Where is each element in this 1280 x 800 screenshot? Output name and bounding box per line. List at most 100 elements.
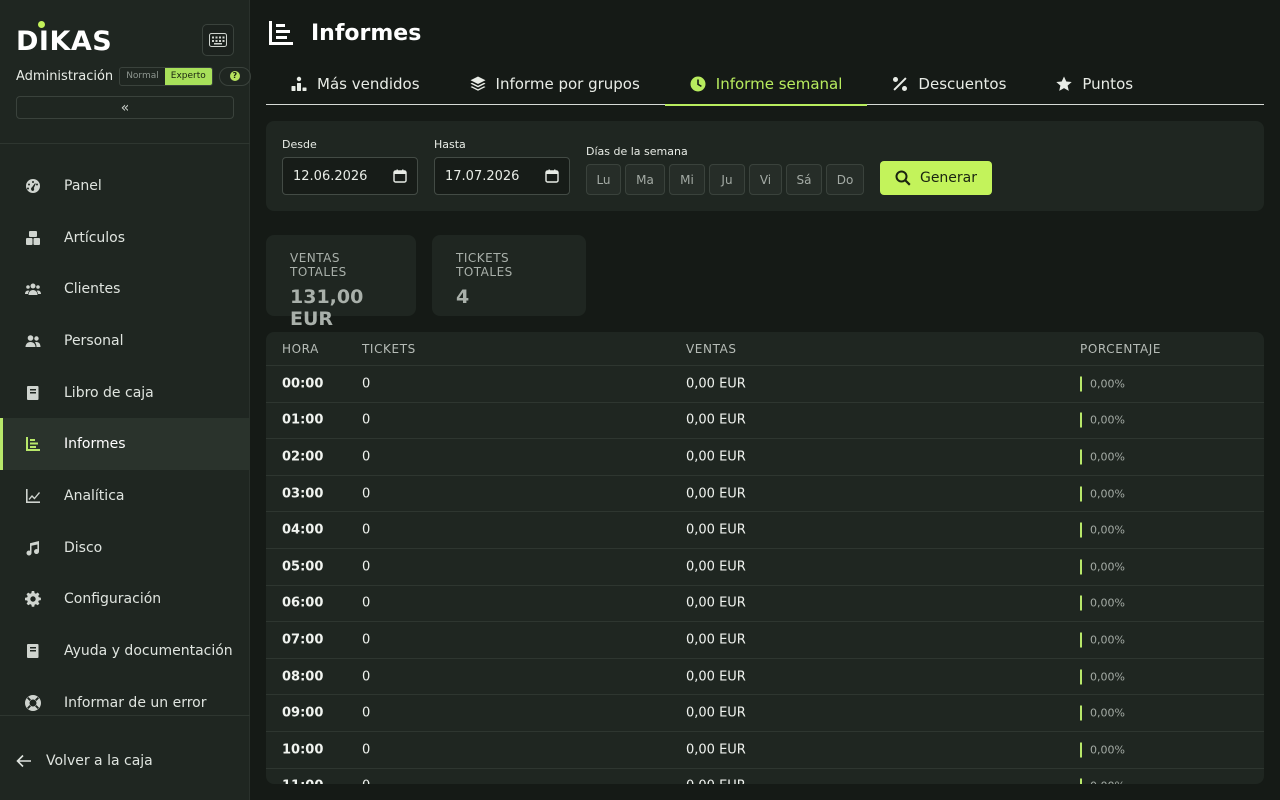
cell-porcentaje: 0,00% [1080, 669, 1125, 685]
table-row: 08:00 0 0,00 EUR 0,00% [266, 659, 1264, 696]
generate-button[interactable]: Generar [880, 161, 992, 195]
cell-porcentaje: 0,00% [1080, 705, 1125, 721]
stat-value: 4 [456, 286, 470, 308]
cell-porcentaje: 0,00% [1080, 376, 1125, 392]
cell-tickets: 0 [362, 559, 371, 575]
day-chip-lu[interactable]: Lu [586, 164, 621, 195]
cell-ventas: 0,00 EUR [686, 412, 746, 428]
user-group-icon [24, 332, 42, 350]
tab-descuentos[interactable]: Descuentos [867, 64, 1031, 104]
day-chip-do[interactable]: Do [826, 164, 864, 195]
keyboard-icon [209, 33, 227, 47]
cell-tickets: 0 [362, 595, 371, 611]
cell-ventas: 0,00 EUR [686, 522, 746, 538]
mode-normal[interactable]: Normal [120, 68, 165, 85]
day-chip-mi[interactable]: Mi [669, 164, 705, 195]
sidebar-nav: Panel Artículos Clientes Personal Libro … [0, 160, 250, 729]
tab-mas-vendidos[interactable]: Más vendidos [266, 64, 445, 104]
cell-tickets: 0 [362, 449, 371, 465]
tab-puntos[interactable]: Puntos [1031, 64, 1158, 104]
cell-ventas: 0,00 EUR [686, 669, 746, 685]
mode-toggle: Normal Experto [119, 66, 213, 86]
percentage-value: 0,00% [1090, 487, 1125, 501]
percentage-bar [1080, 559, 1082, 575]
column-hora: HORA [282, 341, 319, 356]
logo-dot [38, 21, 45, 28]
percentage-value: 0,00% [1090, 377, 1125, 391]
tab-label: Descuentos [918, 75, 1007, 93]
percentage-value: 0,00% [1090, 413, 1125, 427]
day-chip-sa[interactable]: Sá [786, 164, 822, 195]
gauge-icon [24, 177, 42, 195]
stat-label: VENTAS TOTALES [290, 251, 347, 279]
back-label: Volver a la caja [46, 753, 153, 769]
day-chip-vi[interactable]: Vi [749, 164, 782, 195]
sidebar-item-label: Personal [64, 332, 124, 349]
cell-ventas: 0,00 EUR [686, 632, 746, 648]
sidebar-item-personal[interactable]: Personal [0, 315, 250, 367]
help-button[interactable]: ? [218, 66, 251, 86]
sidebar-item-configuracion[interactable]: Configuración [0, 574, 250, 626]
cell-hora: 03:00 [282, 486, 324, 502]
cell-porcentaje: 0,00% [1080, 595, 1125, 611]
percent-icon [893, 77, 908, 91]
table-header: HORA TICKETS VENTAS PORCENTAJE [266, 332, 1264, 366]
percentage-bar [1080, 705, 1082, 721]
sidebar-item-label: Ayuda y documentación [64, 643, 233, 660]
keyboard-button[interactable] [202, 24, 234, 56]
filter-panel: Desde 12.06.2026 Hasta 17.07.2026 Días d… [266, 121, 1264, 211]
cell-porcentaje: 0,00% [1080, 486, 1125, 502]
percentage-value: 0,00% [1090, 450, 1125, 464]
to-date-input[interactable]: 17.07.2026 [434, 157, 570, 195]
sidebar-item-panel[interactable]: Panel [0, 160, 250, 212]
cell-tickets: 0 [362, 412, 371, 428]
sidebar-item-informar-error[interactable]: Informar de un error [0, 677, 250, 729]
divider [0, 715, 250, 716]
tab-informe-grupos[interactable]: Informe por grupos [445, 64, 665, 104]
music-icon [24, 539, 42, 557]
cell-tickets: 0 [362, 522, 371, 538]
cell-ventas: 0,00 EUR [686, 559, 746, 575]
cell-hora: 00:00 [282, 376, 324, 392]
sidebar-item-informes[interactable]: Informes [0, 418, 250, 471]
cell-ventas: 0,00 EUR [686, 742, 746, 758]
table-row: 07:00 0 0,00 EUR 0,00% [266, 622, 1264, 659]
book-icon [24, 384, 42, 402]
hourly-table: HORA TICKETS VENTAS PORCENTAJE 00:00 0 0,0… [266, 332, 1264, 784]
sidebar-item-clientes[interactable]: Clientes [0, 263, 250, 315]
stat-total-sales: VENTAS TOTALES 131,00 EUR [266, 235, 416, 330]
sidebar-item-disco[interactable]: Disco [0, 522, 250, 574]
cell-tickets: 0 [362, 669, 371, 685]
sidebar-item-label: Informar de un error [64, 694, 207, 711]
cell-hora: 08:00 [282, 669, 324, 685]
help-icon: ? [229, 71, 240, 81]
collapse-sidebar-button[interactable]: « [16, 96, 234, 119]
sidebar-item-label: Panel [64, 177, 102, 194]
table-row: 11:00 0 0,00 EUR 0,00% [266, 769, 1264, 784]
from-date-input[interactable]: 12.06.2026 [282, 157, 418, 195]
tab-label: Más vendidos [317, 75, 420, 93]
cell-porcentaje: 0,00% [1080, 559, 1125, 575]
divider [0, 143, 250, 144]
percentage-value: 0,00% [1090, 560, 1125, 574]
sidebar-item-analitica[interactable]: Analítica [0, 470, 250, 522]
tab-informe-semanal[interactable]: Informe semanal [664, 64, 868, 106]
sidebar-item-ayuda[interactable]: Ayuda y documentación [0, 625, 250, 677]
weekdays-label: Días de la semana [586, 145, 688, 158]
cell-hora: 02:00 [282, 449, 324, 465]
boxes-icon [24, 229, 42, 247]
report-icon [269, 21, 293, 45]
mode-expert[interactable]: Experto [164, 67, 212, 85]
back-to-register-link[interactable]: Volver a la caja [16, 750, 153, 772]
page-title: Informes [311, 20, 422, 46]
day-chip-ju[interactable]: Ju [709, 164, 745, 195]
cell-hora: 09:00 [282, 705, 324, 721]
tab-label: Informe por grupos [495, 75, 640, 93]
sidebar-item-articulos[interactable]: Artículos [0, 212, 250, 264]
cell-ventas: 0,00 EUR [686, 376, 746, 392]
column-porcentaje: PORCENTAJE [1080, 341, 1162, 356]
day-chip-ma[interactable]: Ma [625, 164, 665, 195]
sidebar-item-libro-caja[interactable]: Libro de caja [0, 367, 250, 419]
cell-porcentaje: 0,00% [1080, 742, 1125, 758]
calendar-icon [545, 169, 559, 183]
